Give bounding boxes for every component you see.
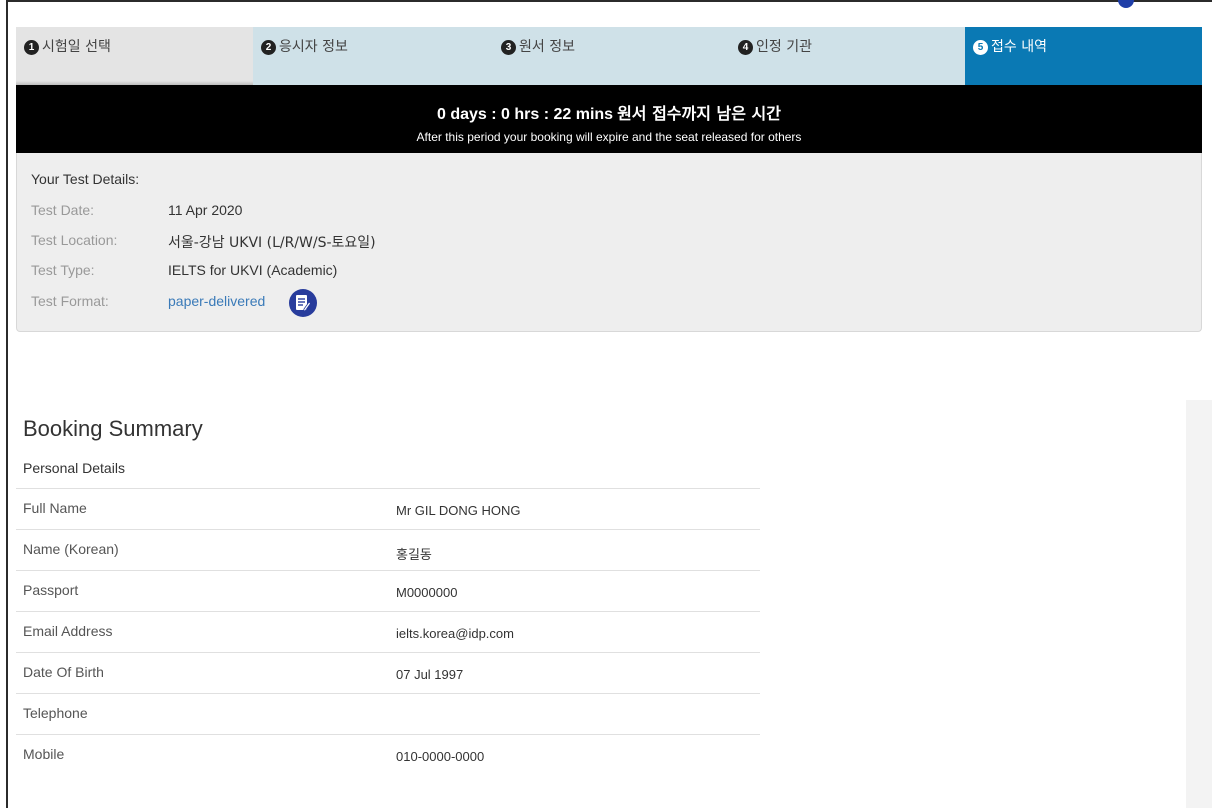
row-label: Mobile (23, 746, 65, 762)
paper-test-icon (289, 289, 317, 317)
step-candidate-info[interactable]: 2 응시자 정보 (253, 27, 493, 85)
step-number-badge: 4 (738, 40, 753, 55)
booking-timer-banner: 0 days : 0 hrs : 22 mins 원서 접수까지 남은 시간 Af… (16, 85, 1202, 153)
row-value: 07 Jul 1997 (396, 667, 464, 682)
row-value: 홍길동 (396, 548, 432, 563)
row-value: Mr GIL DONG HONG (396, 503, 521, 518)
table-row: Mobile 010-0000-0000 (16, 734, 760, 775)
table-row: Passport M0000000 (16, 570, 760, 611)
test-format-label: Test Format: (31, 293, 109, 309)
row-value: 010-0000-0000 (396, 749, 485, 764)
test-type-label: Test Type: (31, 262, 95, 278)
step-label: 시험일 선택 (42, 39, 111, 55)
table-row: Email Address ielts.korea@idp.com (16, 611, 760, 652)
test-format-link[interactable]: paper-delivered (168, 293, 265, 309)
personal-details-table: Full Name Mr GIL DONG HONG Name (Korean)… (16, 488, 760, 775)
timer-countdown: 0 days : 0 hrs : 22 mins (437, 106, 614, 123)
test-location-label: Test Location: (31, 232, 118, 248)
test-date-value: 11 Apr 2020 (168, 202, 243, 218)
row-value: ielts.korea@idp.com (396, 626, 514, 641)
step-number-badge: 1 (24, 40, 39, 55)
booking-summary-title: Booking Summary (23, 416, 203, 441)
step-application-info[interactable]: 3 원서 정보 (493, 27, 730, 85)
step-number-badge: 2 (261, 40, 276, 55)
step-label: 원서 정보 (519, 39, 575, 55)
personal-details-title: Personal Details (23, 460, 125, 476)
timer-countdown-label: 원서 접수까지 남은 시간 (617, 104, 781, 123)
step-recognising-org[interactable]: 4 인정 기관 (730, 27, 965, 85)
right-side-panel (1186, 400, 1212, 808)
row-label: Passport (23, 582, 79, 598)
test-date-label: Test Date: (31, 202, 95, 218)
table-row: Name (Korean) 홍길동 (16, 529, 760, 570)
table-row: Full Name Mr GIL DONG HONG (16, 488, 760, 529)
row-label: Full Name (23, 500, 87, 516)
test-details-title: Your Test Details: (31, 171, 140, 187)
step-label: 응시자 정보 (279, 39, 348, 55)
step-booking-summary[interactable]: 5 접수 내역 (965, 27, 1202, 85)
timer-notice: After this period your booking will expi… (416, 130, 802, 144)
step-number-badge: 5 (973, 40, 988, 55)
step-select-test-date[interactable]: 1 시험일 선택 (16, 27, 253, 85)
row-label: Date Of Birth (23, 664, 104, 680)
step-label: 인정 기관 (756, 39, 812, 55)
table-row: Date Of Birth 07 Jul 1997 (16, 652, 760, 693)
step-number-badge: 3 (501, 40, 516, 55)
booking-steps: 1 시험일 선택 2 응시자 정보 3 원서 정보 4 인정 기관 5 접수 내역 (16, 27, 1202, 85)
test-details-panel: Your Test Details: Test Date: 11 Apr 202… (16, 153, 1202, 332)
row-label: Email Address (23, 623, 113, 639)
timer-heading: 0 days : 0 hrs : 22 mins 원서 접수까지 남은 시간 (16, 85, 1202, 124)
row-label: Telephone (23, 705, 88, 721)
step-label: 접수 내역 (991, 39, 1047, 55)
row-value: M0000000 (396, 585, 458, 600)
test-location-value: 서울-강남 UKVI (L/R/W/S-토요일) (168, 235, 376, 251)
test-type-value: IELTS for UKVI (Academic) (168, 262, 338, 278)
row-label: Name (Korean) (23, 541, 119, 557)
table-row: Telephone (16, 693, 760, 734)
